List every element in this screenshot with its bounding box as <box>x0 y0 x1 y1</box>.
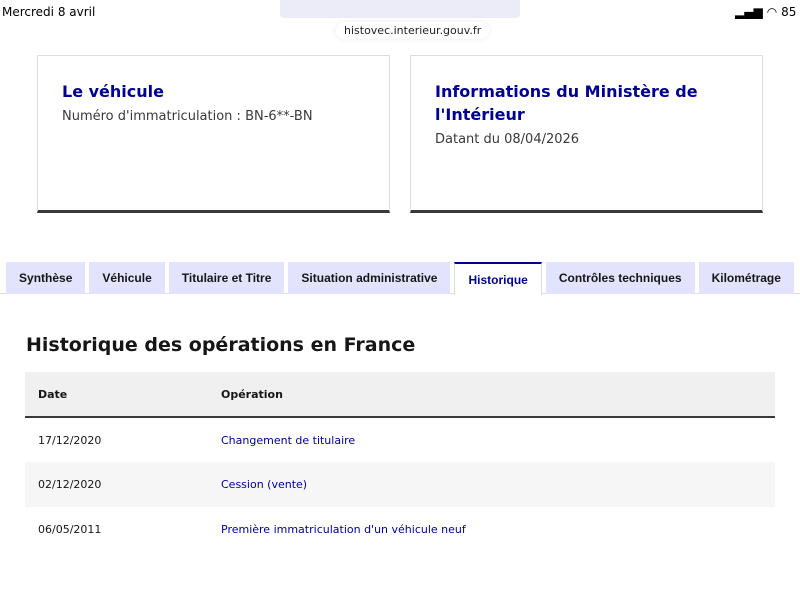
card-title: Informations du Ministère de l'Intérieur <box>435 82 698 124</box>
battery-level: 85 <box>781 5 797 19</box>
card-title: Le véhicule <box>62 82 164 101</box>
header-operation: Opération <box>221 372 775 418</box>
row-date: 02/12/2020 <box>25 462 221 507</box>
table-row: 06/05/2011 Première immatriculation d'un… <box>25 507 775 552</box>
table-row: 02/12/2020 Cession (vente) <box>25 462 775 507</box>
table-row: 17/12/2020 Changement de titulaire <box>25 417 775 462</box>
ministry-card: Informations du Ministère de l'Intérieur… <box>410 55 763 213</box>
table-header: Date Opération <box>25 372 775 418</box>
url-bar[interactable]: histovec.interieur.gouv.fr <box>336 22 490 39</box>
vehicle-card: Le véhicule Numéro d'immatriculation : B… <box>37 55 390 213</box>
row-operation-link[interactable]: Cession (vente) <box>221 478 307 491</box>
tab-synthese[interactable]: Synthèse <box>6 262 86 294</box>
status-icons: ▂▄▆ ◠ 85 <box>735 5 796 19</box>
tab-situation[interactable]: Situation administrative <box>288 262 451 294</box>
browser-tab-area <box>280 0 520 18</box>
card-text: Datant du 08/04/2026 <box>435 132 580 147</box>
row-operation-link[interactable]: Changement de titulaire <box>221 434 355 447</box>
wifi-icon: ◠ <box>766 5 778 19</box>
history-table: Date Opération 17/12/2020 Changement de … <box>25 372 775 552</box>
tab-controles[interactable]: Contrôles techniques <box>545 262 695 294</box>
status-date: Mercredi 8 avril <box>2 5 96 19</box>
signal-icon: ▂▄▆ <box>735 5 763 19</box>
tab-kilometrage[interactable]: Kilométrage <box>698 262 794 294</box>
row-date: 17/12/2020 <box>38 433 102 447</box>
row-date: 06/05/2011 <box>38 523 102 536</box>
tab-titulaire[interactable]: Titulaire et Titre <box>168 262 285 294</box>
panel-title: Historique des opérations en France <box>26 334 416 356</box>
tab-bar: Synthèse Véhicule Titulaire et Titre Sit… <box>6 262 794 295</box>
card-text: Numéro d'immatriculation : BN-6**-BN <box>62 109 313 124</box>
tab-vehicule[interactable]: Véhicule <box>89 262 165 294</box>
row-operation-link[interactable]: Première immatriculation d'un véhicule n… <box>221 523 466 536</box>
header-date: Date <box>25 372 221 418</box>
tab-historique[interactable]: Historique <box>454 262 542 295</box>
